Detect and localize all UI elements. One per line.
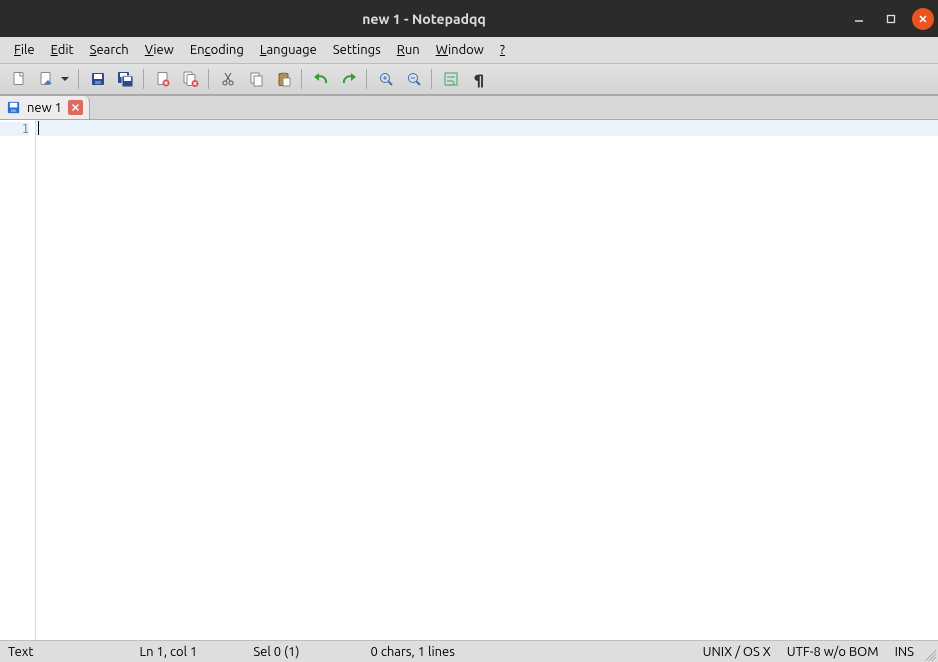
toolbar-separator [208,69,209,89]
text-caret [38,121,39,135]
menu-run[interactable]: Run [389,40,428,60]
code-area[interactable] [36,120,938,640]
line-number-gutter: 1 [0,120,36,640]
menu-file[interactable]: File [6,40,43,60]
word-wrap-icon [443,71,459,87]
window-close-button[interactable] [912,8,934,30]
line-number: 1 [0,122,29,136]
menubar: File Edit Search View Encoding Language … [0,37,938,64]
menu-help[interactable]: ? [492,40,513,60]
pilcrow-icon: ¶ [474,71,484,88]
redo-icon [340,71,358,87]
tabbar: new 1 [0,95,938,120]
close-all-docs-button[interactable] [178,67,204,91]
menu-settings[interactable]: Settings [325,40,389,60]
code-line [36,120,938,136]
status-encoding[interactable]: UTF-8 w/o BOM [779,645,887,659]
menu-encoding[interactable]: Encoding [182,40,252,60]
save-icon [90,71,106,87]
maximize-icon [886,14,896,24]
cut-button[interactable] [215,67,241,91]
paste-button[interactable] [271,67,297,91]
new-file-icon [11,71,27,87]
save-icon [6,100,21,115]
statusbar: Text Ln 1, col 1 Sel 0 (1) 0 chars, 1 li… [0,640,938,662]
open-file-icon [38,71,54,87]
minimize-icon [854,14,864,24]
menu-window[interactable]: Window [428,40,492,60]
close-all-docs-icon [182,71,200,87]
window-minimize-button[interactable] [848,8,870,30]
menu-search[interactable]: Search [82,40,137,60]
open-file-button[interactable] [34,67,74,91]
status-selection: Sel 0 (1) [245,645,307,659]
zoom-in-icon [378,71,394,87]
editor-area: 1 [0,120,938,640]
toolbar: ¶ [0,64,938,95]
save-all-icon [117,71,135,87]
save-button[interactable] [85,67,111,91]
word-wrap-button[interactable] [438,67,464,91]
tab-label: new 1 [27,101,62,115]
show-symbols-button[interactable]: ¶ [466,67,492,91]
window-controls [848,8,938,30]
toolbar-separator [366,69,367,89]
close-doc-button[interactable] [150,67,176,91]
tab-new-1[interactable]: new 1 [0,96,90,119]
tab-close-button[interactable] [68,100,83,115]
undo-icon [312,71,330,87]
close-icon [918,14,928,24]
redo-button[interactable] [336,67,362,91]
close-icon [71,103,80,112]
menu-edit[interactable]: Edit [43,40,82,60]
close-doc-icon [155,71,171,87]
zoom-out-icon [406,71,422,87]
toolbar-separator [301,69,302,89]
resize-grip-icon[interactable] [922,647,936,661]
status-insert-mode[interactable]: INS [887,645,922,659]
window-titlebar: new 1 - Notepadqq [0,0,938,37]
cut-icon [220,71,236,87]
status-stats: 0 chars, 1 lines [363,645,463,659]
copy-icon [248,71,264,87]
menu-view[interactable]: View [137,40,182,60]
zoom-in-button[interactable] [373,67,399,91]
new-file-button[interactable] [6,67,32,91]
status-position: Ln 1, col 1 [131,645,205,659]
window-maximize-button[interactable] [880,8,902,30]
menu-language[interactable]: Language [252,40,325,60]
copy-button[interactable] [243,67,269,91]
zoom-out-button[interactable] [401,67,427,91]
status-language[interactable]: Text [0,645,41,659]
status-eol[interactable]: UNIX / OS X [695,645,779,659]
undo-button[interactable] [308,67,334,91]
toolbar-separator [78,69,79,89]
save-all-button[interactable] [113,67,139,91]
toolbar-separator [431,69,432,89]
window-title: new 1 - Notepadqq [0,11,848,27]
toolbar-separator [143,69,144,89]
paste-icon [276,71,292,87]
